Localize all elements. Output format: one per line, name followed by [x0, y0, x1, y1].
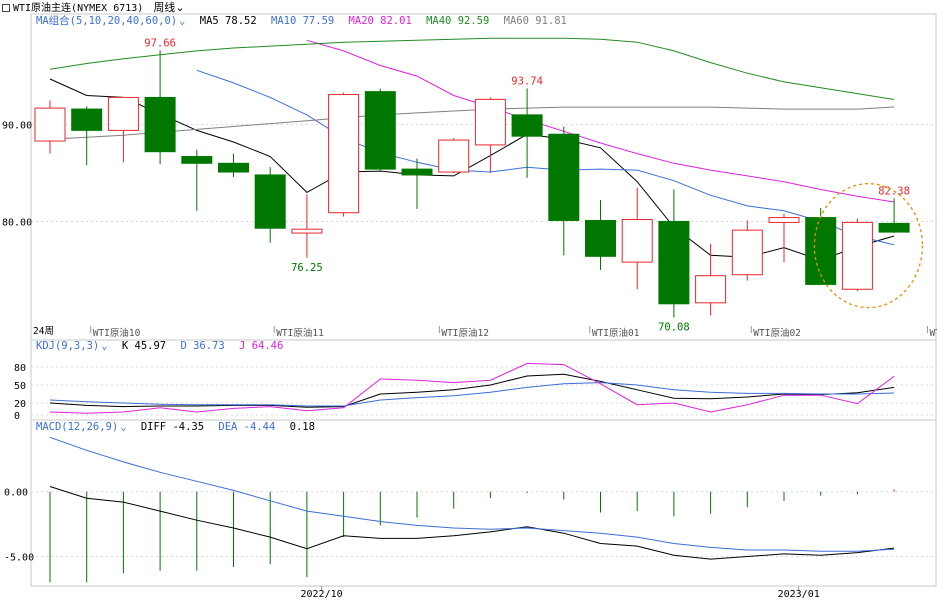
price-axis-label: 90.00 [2, 121, 32, 132]
candle [511, 88, 543, 178]
candle [438, 138, 470, 173]
candle-body [438, 139, 470, 173]
price-pane [30, 13, 937, 341]
candle [254, 167, 286, 243]
candle [548, 126, 580, 256]
candle [731, 220, 763, 281]
candle-body [621, 219, 653, 263]
candle [181, 149, 213, 211]
candle [34, 100, 66, 154]
ma5-line [49, 78, 895, 261]
month-label: WTI原油10 [93, 327, 141, 339]
candle [401, 158, 433, 209]
candle-body [841, 221, 873, 290]
kdj-d-line [49, 382, 895, 407]
candle-body [585, 219, 616, 257]
candle [364, 88, 396, 173]
ma40-line [49, 37, 895, 100]
month-label: WTI原油02 [753, 327, 801, 339]
macd-axis-label: -5.00 [4, 552, 34, 563]
candle-body [71, 108, 103, 131]
candle [805, 207, 837, 285]
ma60-line [49, 106, 895, 140]
chart-canvas[interactable]: 90.00 80.00 WTI原油10 WTI原油11 WTI原油12 WTI原油01 WT… [0, 0, 937, 601]
candle [144, 50, 176, 165]
kdj-axis-label: 20 [14, 399, 26, 410]
month-label: WTI原油01 [592, 327, 640, 339]
candle-body [474, 98, 506, 146]
candle-body [34, 107, 66, 142]
high-annotation: 97.66 [144, 37, 176, 49]
macd-axis-label: 0.00 [4, 488, 28, 499]
low-annotation: 70.08 [658, 322, 690, 334]
candle-body [144, 96, 176, 153]
month-label: WTI原油03 [929, 327, 937, 339]
candle [71, 106, 103, 166]
month-label: WTI原油11 [276, 327, 324, 339]
kdj-axis-label: 80 [14, 363, 26, 374]
candle [878, 198, 910, 234]
candle-body [401, 168, 433, 176]
month-label: WTI原油12 [441, 327, 489, 339]
date-axis-label: 2022/10 [301, 589, 343, 600]
candle-body [364, 91, 396, 170]
candle-body [548, 133, 580, 221]
candle-body [291, 228, 323, 234]
candle [291, 194, 323, 258]
candle-body [181, 156, 213, 164]
kdj-axis-label: 0 [14, 411, 20, 422]
high-annotation: 93.74 [511, 75, 543, 87]
macd-diff-line [49, 486, 895, 560]
low-annotation: 76.25 [291, 262, 323, 274]
candle-body [731, 229, 763, 276]
candle [695, 243, 727, 316]
candle [658, 189, 690, 318]
candle-body [328, 94, 360, 214]
candle [585, 200, 616, 270]
candle [621, 187, 653, 290]
candle-body [658, 220, 690, 305]
candle-body [218, 162, 249, 173]
candle-body [768, 217, 800, 223]
period-tag: 24周 [33, 326, 54, 337]
candle-body [107, 96, 139, 131]
candle [768, 213, 800, 263]
kdj-k-line [49, 373, 895, 408]
macd-pane [30, 419, 937, 587]
date-axis-label: 2023/01 [778, 589, 820, 600]
candle [218, 153, 249, 177]
price-axis-label: 80.00 [2, 217, 32, 228]
kdj-axis-label: 50 [14, 381, 26, 392]
kdj-pane [30, 339, 937, 421]
candle-body [878, 222, 910, 233]
candle-body [254, 174, 286, 229]
candle [328, 92, 360, 217]
candle [107, 96, 139, 163]
candle [841, 218, 873, 292]
candle-body [695, 275, 727, 304]
candle-body [511, 114, 543, 137]
